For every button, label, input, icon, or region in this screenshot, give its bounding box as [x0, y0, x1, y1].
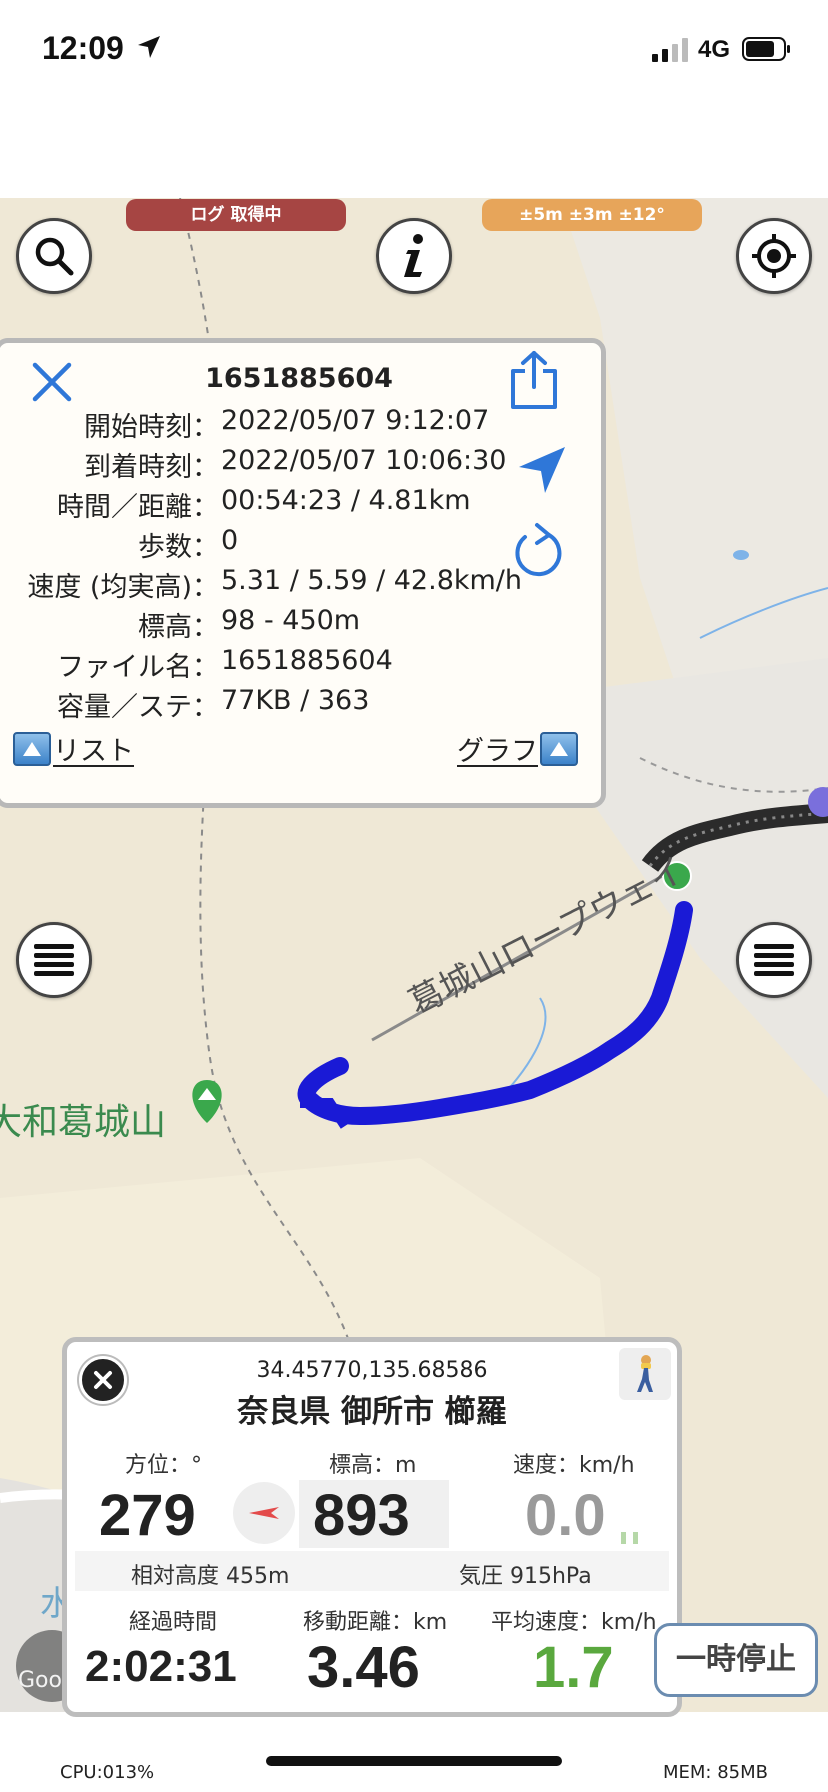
- gps-dashboard: 34.45770,135.68586 奈良県 御所市 櫛羅 方位：° 標高：m …: [62, 1337, 682, 1717]
- graph-link[interactable]: グラフ: [457, 729, 578, 768]
- info-row: 到着時刻： 2022/05/07 10:06:30: [0, 445, 559, 485]
- info-row: 標高： 98 - 450m: [0, 605, 559, 645]
- bearing-value: 279: [99, 1483, 196, 1548]
- map-label-mountain: 大和葛城山: [0, 1102, 167, 1143]
- menu-icon: [34, 944, 74, 976]
- crosshair-icon: [752, 234, 796, 278]
- locate-button[interactable]: [736, 218, 812, 294]
- graph-label: グラフ: [457, 736, 538, 767]
- info-value: 1651885604: [221, 645, 393, 676]
- list-label: リスト: [53, 736, 134, 767]
- info-row: 歩数： 0: [0, 525, 559, 565]
- info-row: 開始時刻： 2022/05/07 9:12:07: [0, 405, 559, 445]
- battery-icon: [742, 37, 790, 61]
- footer-bar: CPU:013% MEM: 85MB: [0, 1712, 828, 1792]
- avg-speed-label: 平均速度：km/h: [491, 1610, 657, 1635]
- elapsed-value: 2:02:31: [85, 1642, 237, 1691]
- triangle-up-icon: [13, 731, 51, 766]
- avg-speed-value: 1.7: [533, 1635, 614, 1700]
- altitude-pressure-bar: 相対高度 455m 気圧 915hPa: [75, 1551, 669, 1591]
- triangle-up-icon: [540, 731, 578, 766]
- info-value: 00:54:23 / 4.81km: [221, 485, 471, 516]
- accuracy-badge: ±5m ±3m ±12°: [482, 199, 702, 231]
- info-row: 容量／ステ： 77KB / 363: [0, 685, 559, 725]
- elevation-value: 893: [313, 1483, 410, 1548]
- network-type: 4G: [698, 36, 731, 63]
- location-arrow-icon: [138, 36, 160, 58]
- log-status-badge: ログ 取得中: [126, 199, 346, 231]
- status-bar: 12:09 4G: [0, 0, 828, 198]
- status-time: 12:09: [42, 30, 124, 66]
- menu-icon: [754, 944, 794, 976]
- walking-person-icon: [637, 1355, 653, 1392]
- elevation-label: 標高：m: [329, 1453, 417, 1478]
- cpu-usage: CPU:013%: [60, 1762, 155, 1783]
- search-button[interactable]: [16, 218, 92, 294]
- info-key: 歩数：: [138, 532, 219, 563]
- info-value: 77KB / 363: [221, 685, 370, 716]
- info-key: 速度 (均実高)：: [27, 572, 219, 603]
- activity-mode-button[interactable]: [619, 1348, 671, 1400]
- distance-label: 移動距離：km: [303, 1610, 448, 1635]
- info-button[interactable]: [376, 218, 452, 294]
- compass-icon: [233, 1482, 295, 1544]
- elapsed-label: 経過時間: [129, 1610, 218, 1635]
- info-key: 容量／ステ：: [57, 692, 219, 723]
- info-value: 98 - 450m: [221, 605, 361, 636]
- info-value: 2022/05/07 9:12:07: [221, 405, 490, 436]
- info-icon: [404, 234, 423, 277]
- info-key: ファイル名：: [57, 652, 219, 683]
- info-key: 到着時刻：: [84, 452, 219, 483]
- info-row: 速度 (均実高)： 5.31 / 5.59 / 42.8km/h: [0, 565, 559, 605]
- info-key: 開始時刻：: [84, 412, 219, 443]
- right-menu-button[interactable]: [736, 922, 812, 998]
- distance-value: 3.46: [307, 1635, 420, 1700]
- info-key: 標高：: [138, 612, 219, 643]
- left-menu-button[interactable]: [16, 922, 92, 998]
- home-indicator[interactable]: [266, 1756, 562, 1766]
- info-value: 5.31 / 5.59 / 42.8km/h: [221, 565, 523, 596]
- info-row: 時間／距離： 00:54:23 / 4.81km: [0, 485, 559, 525]
- search-icon: [35, 237, 74, 276]
- signal-icon: [652, 38, 688, 62]
- info-key: 時間／距離：: [57, 492, 219, 523]
- memory-usage: MEM: 85MB: [662, 1762, 768, 1783]
- address: 奈良県 御所市 櫛羅: [237, 1394, 507, 1430]
- info-value: 2022/05/07 10:06:30: [221, 445, 507, 476]
- signal-bars-icon: [621, 1532, 638, 1544]
- relative-altitude: 相対高度 455m: [131, 1564, 290, 1589]
- share-icon[interactable]: [507, 349, 561, 411]
- coordinates: 34.45770,135.68586: [256, 1358, 488, 1383]
- speed-value: 0.0: [525, 1483, 606, 1548]
- bearing-label: 方位：°: [125, 1453, 203, 1478]
- pause-button[interactable]: 一時停止: [654, 1623, 818, 1697]
- track-info-panel: 1651885604 開始時刻： 2022/05/07 9:12:07 到着時刻：…: [0, 338, 606, 808]
- speed-label: 速度：km/h: [513, 1453, 635, 1478]
- list-link[interactable]: リスト: [13, 729, 134, 768]
- pressure: 気圧 915hPa: [459, 1564, 592, 1589]
- info-value: 0: [221, 525, 239, 556]
- info-row: ファイル名： 1651885604: [0, 645, 559, 685]
